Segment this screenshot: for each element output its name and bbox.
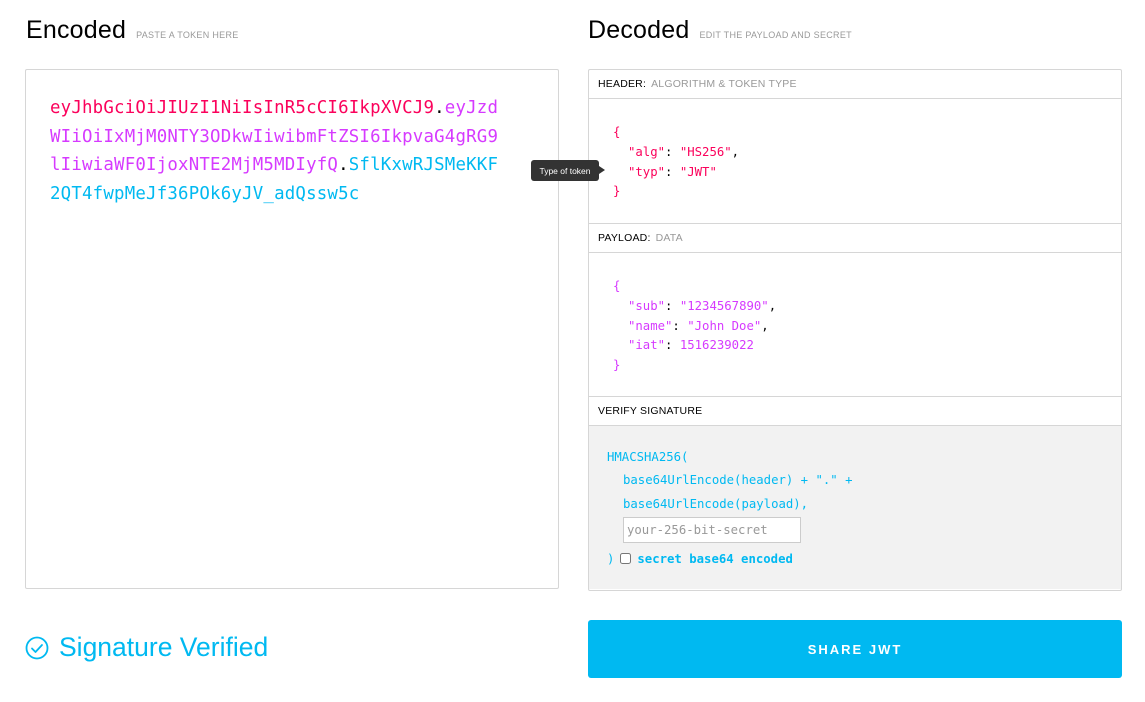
json-line-name: "name": "John Doe", xyxy=(628,318,769,333)
json-line-sub: "sub": "1234567890", xyxy=(628,298,777,313)
header-json-editor[interactable]: { "alg": "HS256", "typ": "JWT" } xyxy=(589,99,1121,224)
json-open-brace: { xyxy=(613,279,621,293)
decoded-panel: HEADER: ALGORITHM & TOKEN TYPE { "alg": … xyxy=(588,69,1122,591)
hmac-function-line: HMACSHA256( xyxy=(607,450,689,464)
check-circle-icon xyxy=(25,636,49,659)
hmac-close-paren: ) xyxy=(607,551,615,566)
decoded-heading: Decoded EDIT THE PAYLOAD AND SECRET xyxy=(588,16,852,45)
hmac-payload-line: base64UrlEncode(payload), xyxy=(623,496,809,511)
secret-row xyxy=(607,516,1121,544)
token-header-part: eyJhbGciOiJIUzI1NiIsInR5cCI6IkpXVCJ9 xyxy=(50,98,435,118)
token-separator: . xyxy=(434,98,445,118)
token-text[interactable]: eyJhbGciOiJIUzI1NiIsInR5cCI6IkpXVCJ9.eyJ… xyxy=(50,94,500,208)
payload-json-editor[interactable]: { "sub": "1234567890", "name": "John Doe… xyxy=(589,253,1121,397)
signature-status: Signature Verified xyxy=(25,632,268,663)
json-line-alg: "alg": "HS256", xyxy=(628,144,740,159)
encoded-heading: Encoded PASTE A TOKEN HERE xyxy=(26,16,239,45)
encoded-token-editor[interactable]: eyJhbGciOiJIUzI1NiIsInR5cCI6IkpXVCJ9.eyJ… xyxy=(25,69,559,589)
payload-section-label: PAYLOAD: DATA xyxy=(589,224,1121,253)
json-line-iat: "iat": 1516239022 xyxy=(628,338,754,353)
type-tooltip: Type of token xyxy=(531,160,605,181)
decoded-hint: EDIT THE PAYLOAD AND SECRET xyxy=(699,30,852,40)
payload-sublabel: DATA xyxy=(655,232,683,244)
token-separator: . xyxy=(338,155,349,175)
payload-label: PAYLOAD: xyxy=(598,232,651,244)
verify-section-label: VERIFY SIGNATURE xyxy=(589,397,1121,426)
secret-base64-label[interactable]: secret base64 encoded xyxy=(637,552,792,566)
json-close-brace: } xyxy=(613,358,621,373)
share-jwt-button[interactable]: SHARE JWT xyxy=(588,620,1122,678)
encoded-title: Encoded xyxy=(26,16,127,44)
signature-status-text: Signature Verified xyxy=(59,632,269,662)
header-sublabel: ALGORITHM & TOKEN TYPE xyxy=(651,78,797,90)
json-open-brace: { xyxy=(613,125,621,139)
decoded-title: Decoded xyxy=(588,16,690,44)
secret-base64-checkbox[interactable] xyxy=(620,553,632,565)
verify-signature-body: HMACSHA256( base64UrlEncode(header) + ".… xyxy=(589,426,1121,589)
header-section-label: HEADER: ALGORITHM & TOKEN TYPE xyxy=(589,70,1121,99)
secret-base64-row: ) secret base64 encoded xyxy=(607,546,1121,572)
header-label: HEADER: xyxy=(598,78,647,90)
hmac-header-line: base64UrlEncode(header) + "." + xyxy=(623,473,853,488)
json-close-brace: } xyxy=(613,184,621,199)
secret-input[interactable] xyxy=(623,516,801,543)
encoded-hint: PASTE A TOKEN HERE xyxy=(136,30,239,40)
verify-label: VERIFY SIGNATURE xyxy=(598,405,703,417)
json-line-typ: "typ": "JWT" xyxy=(628,164,717,179)
